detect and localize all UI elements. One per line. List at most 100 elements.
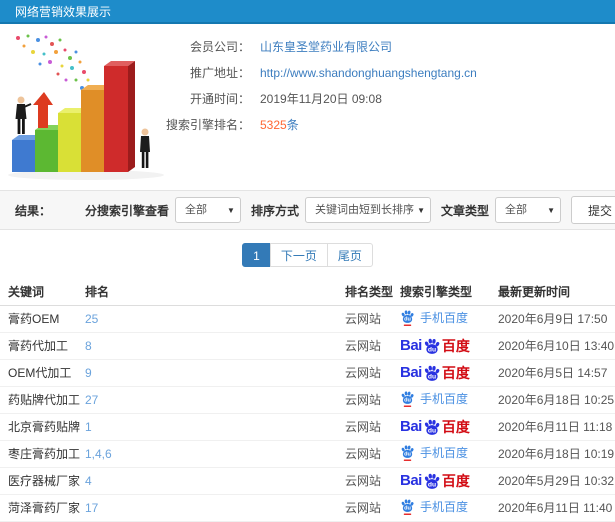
rank-type-cell: 云网站	[345, 413, 400, 441]
svg-text:du: du	[404, 397, 411, 403]
page-header: 网络营销效果展示	[0, 0, 615, 24]
businessman-left	[15, 96, 32, 134]
submit-button[interactable]: 提交	[571, 196, 615, 224]
svg-text:du: du	[428, 373, 436, 380]
column-header-keyword: 关键词	[0, 278, 85, 306]
page-last[interactable]: 尾页	[326, 243, 373, 267]
column-header-rank: 排名	[85, 278, 345, 306]
info-label: 推广地址：	[189, 66, 250, 80]
rank-link[interactable]: 8	[85, 339, 92, 353]
rank-type-cell: 云网站	[345, 332, 400, 360]
filter-bar: 结果： 分搜索引擎查看 全部 ▼ 排序方式 关键词由短到长排序 ▼ 文章类型 全…	[0, 190, 615, 230]
rank-link[interactable]: 1	[85, 420, 92, 434]
column-header-engine-type: 搜索引擎类型	[400, 278, 498, 306]
engine-filter-label: 分搜索引擎查看	[84, 203, 169, 218]
table-row: 枣庄膏药加工 1,4,6 云网站 du 手机百度 2020年6月18日 10:1…	[0, 440, 615, 468]
table-row: OEM代加工 9 云网站 Bai du 百度 2020年6月5日 14:57	[0, 359, 615, 387]
rank-type-cell: 云网站	[345, 359, 400, 387]
caret-down-icon: ▼	[417, 206, 425, 215]
article-type-select[interactable]: 全部 ▼	[495, 197, 561, 223]
column-header-rank-type: 排名类型	[345, 278, 400, 306]
rank-cell: 4	[85, 467, 345, 495]
baidu-logo: Bai du 百度	[400, 418, 470, 435]
rank-cell: 25	[85, 305, 345, 333]
rank-type-cell: 云网站	[345, 440, 400, 468]
mobile-paw-icon: du	[401, 444, 414, 461]
page-next[interactable]: 下一页	[269, 243, 328, 267]
baidu-logo: Bai du 百度	[400, 472, 470, 489]
svg-text:du: du	[404, 316, 411, 322]
rank-cell: 27	[85, 386, 345, 414]
info-row: 会员公司： 山东皇圣堂药业有限公司	[148, 34, 477, 60]
results-table: 关键词 排名 排名类型 搜索引擎类型 最新更新时间 膏药OEM 25 云网站 du	[0, 278, 615, 522]
sort-filter-label: 排序方式	[250, 203, 299, 218]
info-label: 搜索引擎排名：	[165, 118, 250, 132]
engine-cell: Bai du 百度	[400, 413, 498, 441]
svg-text:du: du	[404, 451, 411, 457]
mobile-baidu-icon: du 手机百度	[400, 309, 468, 326]
updated-cell: 2020年6月11日 11:40	[498, 494, 615, 522]
summary-section: 会员公司： 山东皇圣堂药业有限公司 推广地址： http://www.shandong…	[0, 24, 615, 190]
column-header-updated: 最新更新时间	[498, 278, 615, 306]
rank-link[interactable]: 4	[85, 474, 92, 488]
updated-cell: 2020年6月10日 13:40	[498, 332, 615, 360]
rank-cell: 1,4,6	[85, 440, 345, 468]
rank-type-cell: 云网站	[345, 467, 400, 495]
baidu-paw-icon: du	[424, 338, 440, 354]
rank-type-cell: 云网站	[345, 494, 400, 522]
sort-select[interactable]: 关键词由短到长排序 ▼	[304, 197, 431, 223]
mobile-baidu-icon: du 手机百度	[400, 444, 468, 461]
svg-text:du: du	[404, 505, 411, 511]
engine-cell: Bai du 百度	[400, 332, 498, 360]
bar-red	[104, 61, 135, 172]
table-header-row: 关键词 排名 排名类型 搜索引擎类型 最新更新时间	[0, 278, 615, 306]
sort-select-value: 关键词由短到长排序	[314, 204, 414, 216]
baidu-logo: Bai du 百度	[400, 337, 470, 354]
table-row: 北京膏药贴牌 1 云网站 Bai du 百度 2020年6月11日 11:18	[0, 413, 615, 441]
updated-cell: 2020年6月11日 11:18	[498, 413, 615, 441]
engine-cell: du 手机百度	[400, 494, 498, 522]
keyword-cell: 药贴牌代加工	[0, 386, 85, 414]
svg-text:du: du	[428, 427, 436, 434]
engine-cell: du 手机百度	[400, 386, 498, 414]
updated-cell: 2020年6月9日 17:50	[498, 305, 615, 333]
keyword-cell: OEM代加工	[0, 359, 85, 387]
rank-link[interactable]: 25	[85, 312, 98, 326]
rank-link[interactable]: 1,4,6	[85, 447, 112, 461]
baidu-logo: Bai du 百度	[400, 364, 470, 381]
rank-cell: 1	[85, 413, 345, 441]
keyword-cell: 枣庄膏药加工	[0, 440, 85, 468]
rank-type-cell: 云网站	[345, 305, 400, 333]
mobile-baidu-icon: du 手机百度	[400, 390, 468, 407]
info-value: 2019年11月20日 09:08	[260, 92, 382, 106]
result-label: 结果：	[15, 203, 52, 218]
info-value[interactable]: http://www.shandonghuangshengtang.cn	[260, 60, 477, 86]
keyword-cell: 膏药代加工	[0, 332, 85, 360]
engine-cell: du 手机百度	[400, 440, 498, 468]
engine-cell: du 手机百度	[400, 305, 498, 333]
info-value: 5325条	[260, 118, 299, 132]
baidu-paw-icon: du	[424, 473, 440, 489]
engine-cell: Bai du 百度	[400, 359, 498, 387]
updated-cell: 2020年6月5日 14:57	[498, 359, 615, 387]
info-label: 会员公司：	[189, 40, 250, 54]
rank-cell: 9	[85, 359, 345, 387]
table-row: 膏药OEM 25 云网站 du 手机百度 2020年6月9日 17:50	[0, 305, 615, 333]
page-current[interactable]: 1	[242, 243, 271, 267]
pagination: 1 下一页 尾页	[0, 243, 615, 269]
rank-link[interactable]: 27	[85, 393, 98, 407]
engine-select[interactable]: 全部 ▼	[174, 197, 241, 223]
info-value[interactable]: 山东皇圣堂药业有限公司	[260, 34, 392, 60]
rank-type-cell: 云网站	[345, 386, 400, 414]
mobile-paw-icon: du	[401, 309, 414, 326]
engine-cell: Bai du 百度	[400, 467, 498, 495]
keyword-cell: 北京膏药贴牌	[0, 413, 85, 441]
rank-link[interactable]: 9	[85, 366, 92, 380]
rank-link[interactable]: 17	[85, 501, 98, 515]
article-type-select-value: 全部	[505, 204, 527, 216]
baidu-paw-icon: du	[424, 365, 440, 381]
info-row: 搜索引擎排名： 5325条	[148, 112, 477, 138]
mobile-baidu-icon: du 手机百度	[400, 498, 468, 515]
article-type-label: 文章类型	[440, 203, 489, 218]
caret-down-icon: ▼	[227, 206, 235, 215]
